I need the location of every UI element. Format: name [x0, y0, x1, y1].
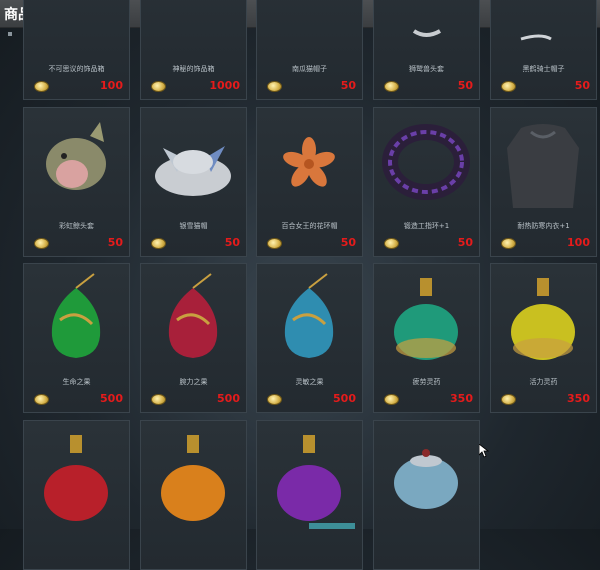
teapot-icon	[374, 421, 479, 529]
item-price: 50	[340, 236, 356, 249]
item-name: 百合女王的花环帽	[281, 222, 338, 230]
item-price: 100	[100, 79, 123, 92]
item-price: 1000	[209, 79, 240, 92]
item-card-6[interactable]: 彩虹鲸头套 50	[23, 107, 130, 257]
item-name: 黑鹤骑士帽子	[522, 65, 565, 73]
item-name: 银雪猫帽	[179, 222, 208, 230]
item-card-17[interactable]	[140, 420, 247, 570]
item-card-3[interactable]: 南瓜猫帽子 50	[256, 0, 363, 100]
coin-icon	[151, 394, 166, 405]
underwear-icon	[491, 108, 596, 216]
item-name: 锻造工指环+1	[403, 222, 450, 230]
flower-wreath-icon	[257, 108, 362, 216]
item-price: 500	[333, 392, 356, 405]
item-grid: 不可思议的饰品箱 100 神秘的饰品箱 1000 南瓜猫帽子 50 狮鹫兽头套 …	[0, 0, 600, 570]
coin-icon	[384, 81, 399, 92]
item-card-8[interactable]: 百合女王的花环帽 50	[256, 107, 363, 257]
potion-icon	[24, 421, 129, 529]
hat-icon	[491, 0, 596, 59]
potion-icon	[491, 264, 596, 372]
item-price: 100	[567, 236, 590, 249]
item-price: 50	[340, 79, 356, 92]
item-price: 50	[107, 236, 123, 249]
item-name: 耐热防寒内衣+1	[517, 222, 570, 230]
item-card-1[interactable]: 不可思议的饰品箱 100	[23, 0, 130, 100]
item-name: 神秘的饰品箱	[172, 65, 215, 73]
snow-cat-hat-icon	[141, 108, 246, 216]
item-price: 500	[100, 392, 123, 405]
coin-icon	[151, 81, 166, 92]
mouse-cursor-icon	[479, 444, 489, 458]
bottom-tab-indicator	[309, 523, 355, 529]
item-card-10[interactable]: 耐热防寒内衣+1 100	[490, 107, 597, 257]
item-name: 疲劳灵药	[412, 378, 441, 386]
item-name: 不可思议的饰品箱	[48, 65, 105, 73]
item-name: 彩虹鲸头套	[59, 222, 94, 230]
item-name: 生命之果	[62, 378, 91, 386]
item-name: 腕力之果	[179, 378, 208, 386]
item-card-16[interactable]	[23, 420, 130, 570]
item-card-12[interactable]: 腕力之果 500	[140, 263, 247, 413]
coin-icon	[501, 238, 516, 249]
item-price: 350	[567, 392, 590, 405]
item-card-11[interactable]: 生命之果 500	[23, 263, 130, 413]
coin-icon	[34, 238, 49, 249]
coin-icon	[267, 394, 282, 405]
item-price: 50	[224, 236, 240, 249]
item-card-7[interactable]: 银雪猫帽 50	[140, 107, 247, 257]
coin-icon	[34, 394, 49, 405]
fruit-icon	[24, 264, 129, 372]
item-card-15[interactable]: 活力灵药 350	[490, 263, 597, 413]
helmet-icon	[374, 0, 479, 59]
item-card-4[interactable]: 狮鹫兽头套 50	[373, 0, 480, 100]
potion-icon	[374, 264, 479, 372]
item-price: 500	[217, 392, 240, 405]
fruit-icon	[257, 264, 362, 372]
potion-icon	[141, 421, 246, 529]
potion-icon	[257, 421, 362, 529]
item-price: 50	[457, 236, 473, 249]
coin-icon	[267, 81, 282, 92]
ring-icon	[374, 108, 479, 216]
item-price: 50	[574, 79, 590, 92]
coin-icon	[384, 238, 399, 249]
fruit-icon	[141, 264, 246, 372]
item-price: 350	[450, 392, 473, 405]
coin-icon	[501, 81, 516, 92]
item-name: 狮鹫兽头套	[409, 65, 444, 73]
whale-hood-icon	[24, 108, 129, 216]
coin-icon	[151, 238, 166, 249]
item-name: 活力灵药	[529, 378, 558, 386]
coin-icon	[267, 238, 282, 249]
item-card-14[interactable]: 疲劳灵药 350	[373, 263, 480, 413]
item-price: 50	[457, 79, 473, 92]
item-card-19[interactable]	[373, 420, 480, 570]
item-name: 南瓜猫帽子	[292, 65, 327, 73]
item-card-5[interactable]: 黑鹤骑士帽子 50	[490, 0, 597, 100]
coin-icon	[384, 394, 399, 405]
coin-icon	[34, 81, 49, 92]
item-card-13[interactable]: 灵敏之果 500	[256, 263, 363, 413]
item-name: 灵敏之果	[295, 378, 324, 386]
item-card-9[interactable]: 锻造工指环+1 50	[373, 107, 480, 257]
item-card-18[interactable]	[256, 420, 363, 570]
coin-icon	[501, 394, 516, 405]
item-card-2[interactable]: 神秘的饰品箱 1000	[140, 0, 247, 100]
